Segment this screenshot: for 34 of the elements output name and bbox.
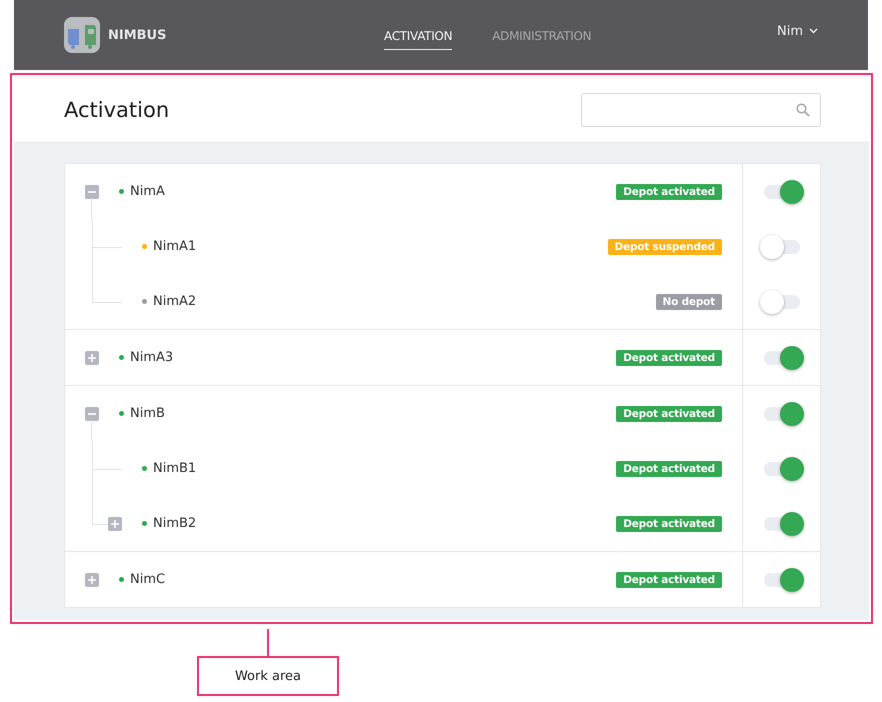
node-name: NimB2	[153, 516, 198, 531]
user-menu[interactable]: Nim	[777, 24, 818, 38]
node-name: NimC	[130, 572, 166, 587]
expand-button[interactable]	[85, 350, 99, 364]
callout-label: Work area	[197, 656, 339, 696]
expand-button[interactable]	[108, 516, 122, 530]
node-name: NimA2	[153, 294, 198, 309]
collapse-button[interactable]	[85, 406, 99, 420]
node-name: NimA3	[130, 350, 174, 365]
brand-name: NIMBUS	[108, 28, 166, 42]
status-badge: Depot activated	[616, 184, 722, 200]
leader-line	[267, 629, 269, 656]
status-badge: Depot suspended	[608, 238, 722, 254]
chevron-down-icon	[809, 28, 818, 34]
node-name: NimB	[130, 406, 166, 421]
nav-tab[interactable]: ACTIVATION	[384, 20, 452, 50]
node-name: NimA1	[153, 239, 198, 254]
plus-icon	[88, 576, 96, 584]
plus-icon	[111, 520, 119, 528]
search-icon	[796, 102, 810, 116]
collapse-button[interactable]	[85, 184, 99, 198]
status-badge: Depot activated	[616, 572, 722, 588]
page-title: Activation	[64, 98, 170, 122]
expand-button[interactable]	[85, 572, 99, 586]
status-badge: Depot activated	[616, 516, 722, 532]
status-badge: Depot activated	[616, 406, 722, 422]
search-field[interactable]	[581, 92, 821, 126]
status-badge: No depot	[656, 294, 722, 310]
node-name: NimB1	[153, 461, 198, 476]
train-logo-icon	[64, 17, 100, 53]
status-badge: Depot activated	[616, 350, 722, 366]
node-name: NimA	[130, 184, 166, 199]
plus-icon	[88, 354, 96, 362]
status-badge: Depot activated	[616, 460, 722, 476]
